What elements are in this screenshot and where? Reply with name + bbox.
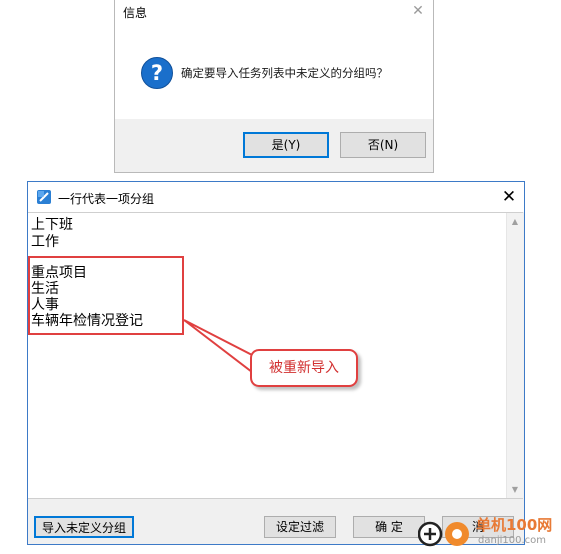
yes-button[interactable]: 是(Y): [243, 132, 329, 158]
watermark-logo: [418, 521, 469, 547]
window-title: 一行代表一项分组: [58, 192, 155, 206]
dialog-title: 信息: [123, 6, 148, 20]
scroll-down-icon[interactable]: ▼: [507, 481, 523, 498]
app-icon: [37, 190, 51, 204]
dialog-message: 确定要导入任务列表中未定义的分组吗？: [181, 66, 388, 80]
annotation-highlight-box: [28, 256, 184, 335]
annotation-callout: 被重新导入: [250, 349, 358, 387]
ok-button[interactable]: 确 定: [353, 516, 425, 538]
watermark: 单机100网 danji100.com: [418, 512, 561, 554]
scroll-up-icon[interactable]: ▲: [507, 213, 523, 230]
watermark-site-url: danji100.com: [478, 535, 546, 546]
message-dialog: 信息 ✕ ? 确定要导入任务列表中未定义的分组吗？ 是(Y) 否(N): [114, 0, 434, 173]
title-bar: 一行代表一项分组 ✕: [28, 182, 524, 212]
filter-settings-button[interactable]: 设定过滤: [264, 516, 336, 538]
close-icon[interactable]: ✕: [500, 186, 518, 208]
dialog-footer: 是(Y) 否(N): [115, 119, 433, 172]
watermark-site-name: 单机100网: [476, 516, 553, 534]
close-icon[interactable]: ✕: [411, 0, 425, 22]
vertical-scrollbar[interactable]: ▲ ▼: [506, 213, 523, 498]
group-line: 工作: [31, 234, 59, 250]
group-line: 上下班: [31, 217, 73, 233]
no-button[interactable]: 否(N): [340, 132, 426, 158]
import-undefined-groups-button[interactable]: 导入未定义分组: [34, 516, 134, 538]
question-icon: ?: [141, 57, 173, 89]
